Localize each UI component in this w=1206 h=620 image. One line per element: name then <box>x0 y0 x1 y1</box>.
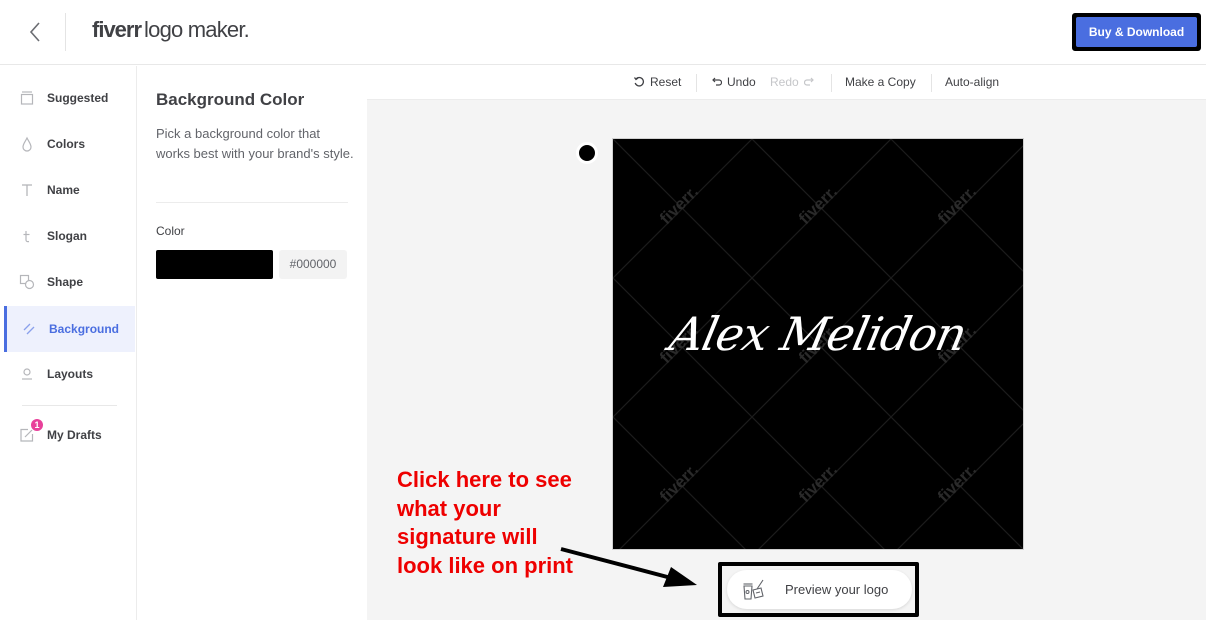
sidebar-item-label: Suggested <box>47 91 109 105</box>
small-t-icon <box>19 228 35 244</box>
color-swatch[interactable] <box>156 250 273 279</box>
editor-stage: Reset Undo Redo Make a Copy Auto-align f… <box>367 66 1206 620</box>
reset-icon <box>633 76 645 87</box>
logo-name-text[interactable]: Alex Melidon <box>613 307 1023 361</box>
background-stripes-icon <box>21 321 37 337</box>
redo-icon <box>803 77 814 86</box>
sidebar-item-label: My Drafts <box>47 428 102 442</box>
redo-label: Redo <box>770 75 799 89</box>
sidebar-divider <box>22 405 117 406</box>
buy-download-button[interactable]: Buy & Download <box>1076 17 1197 47</box>
sidebar-item-background[interactable]: Background <box>4 306 135 352</box>
redo-button[interactable]: Redo <box>770 75 816 89</box>
sidebar-item-shape[interactable]: Shape <box>5 259 136 305</box>
chevron-left-icon <box>29 22 40 42</box>
reset-button[interactable]: Reset <box>633 75 681 89</box>
sidebar-item-label: Layouts <box>47 367 94 381</box>
sidebar-item-label: Colors <box>47 137 86 151</box>
undo-label: Undo <box>727 75 756 89</box>
sidebar: Suggested Colors Name Slogan Shape Backg… <box>0 66 137 620</box>
annotation-arrow-icon <box>560 547 697 587</box>
toolbar-divider <box>696 74 697 92</box>
sidebar-item-layouts[interactable]: Layouts <box>5 351 136 397</box>
sidebar-item-slogan[interactable]: Slogan <box>5 213 136 259</box>
brand-fiverr: fiverr <box>92 17 142 42</box>
panel-title: Background Color <box>156 90 305 109</box>
drafts-count-badge: 1 <box>31 419 43 431</box>
sidebar-item-name[interactable]: Name <box>5 167 136 213</box>
toolbar-divider <box>831 74 832 92</box>
top-bar: fiverr logo maker. Buy & Download <box>0 0 1206 65</box>
color-hex-input[interactable] <box>279 250 347 279</box>
background-color-panel: Background Color Pick a background color… <box>137 66 367 620</box>
back-button[interactable] <box>24 18 48 46</box>
preview-logo-label: Preview your logo <box>785 582 889 597</box>
make-copy-button[interactable]: Make a Copy <box>845 75 916 89</box>
sidebar-item-suggested[interactable]: Suggested <box>5 75 136 121</box>
make-copy-label: Make a Copy <box>845 75 916 89</box>
sidebar-item-label: Background <box>49 322 120 336</box>
undo-button[interactable]: Undo <box>710 75 756 89</box>
auto-align-label: Auto-align <box>945 75 1000 89</box>
sidebar-item-my-drafts[interactable]: 1 My Drafts <box>5 412 136 458</box>
brand-logo-maker: logo maker. <box>144 17 250 42</box>
toolbar-divider <box>931 74 932 92</box>
layout-icon <box>19 366 35 382</box>
sidebar-item-colors[interactable]: Colors <box>5 121 136 167</box>
droplet-icon <box>19 136 35 152</box>
preview-highlight: Preview your logo <box>718 562 919 617</box>
buy-download-highlight: Buy & Download <box>1072 13 1201 51</box>
sidebar-item-label: Shape <box>47 275 84 289</box>
mockup-cup-icon <box>743 579 764 600</box>
background-color-dot[interactable] <box>576 142 598 164</box>
reset-label: Reset <box>650 75 682 89</box>
drafts-edit-icon: 1 <box>19 419 43 443</box>
panel-divider <box>156 202 348 203</box>
undo-icon <box>712 77 722 86</box>
suggested-icon <box>19 90 35 106</box>
sidebar-item-label: Name <box>47 183 80 197</box>
sidebar-item-label: Slogan <box>47 229 88 243</box>
color-label: Color <box>156 224 185 238</box>
auto-align-button[interactable]: Auto-align <box>945 75 999 89</box>
logo-canvas[interactable]: fiverr. fiverr. fiverr. fiverr. fiverr. fiver… <box>612 138 1024 550</box>
editor-toolbar: Reset Undo Redo Make a Copy Auto-align <box>367 66 1206 100</box>
brand-logo: fiverr logo maker. <box>92 17 250 43</box>
shapes-icon <box>19 274 35 290</box>
text-t-icon <box>19 182 35 198</box>
preview-logo-button[interactable]: Preview your logo <box>727 570 912 609</box>
header-divider <box>65 13 66 51</box>
panel-description: Pick a background color that works best … <box>156 126 354 161</box>
